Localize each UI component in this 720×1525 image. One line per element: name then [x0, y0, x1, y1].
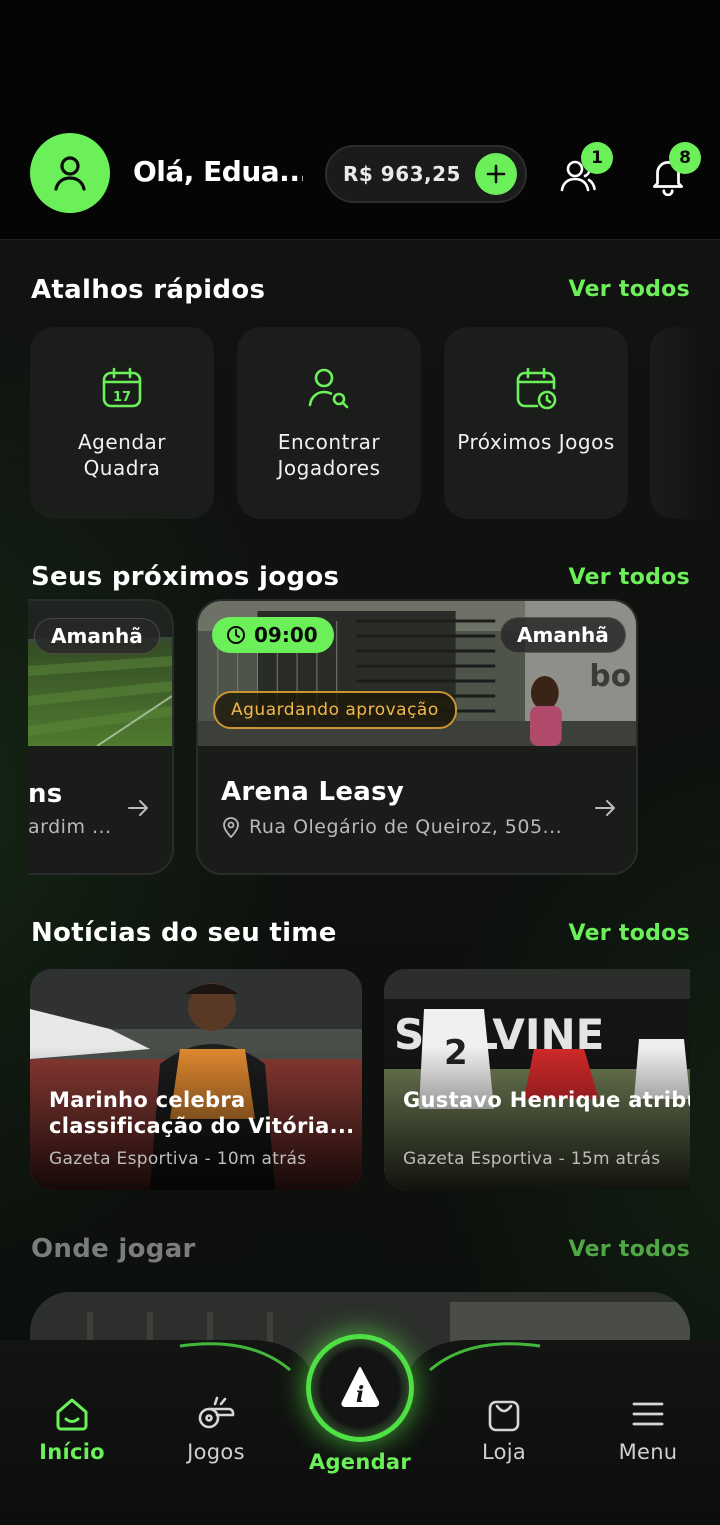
shortcut-encontrar-jogadores[interactable]: Encontrar Jogadores: [237, 327, 421, 519]
svg-text:bo: bo: [589, 659, 631, 694]
wallet-amount: R$ 963,25: [343, 162, 461, 186]
shortcut-label: Agendar Quadra: [77, 430, 167, 480]
shortcut-label: Próximos Jogos: [457, 430, 615, 454]
whistle-icon: [198, 1396, 235, 1429]
location-pin-icon: [223, 817, 239, 838]
game-when-badge: Amanhã: [34, 618, 160, 654]
nav-label: Início: [39, 1440, 105, 1464]
nav-menu[interactable]: Menu: [606, 1394, 690, 1464]
friends-badge: 1: [581, 142, 613, 174]
plus-icon: [486, 164, 506, 184]
where-title: Onde jogar: [31, 1234, 196, 1264]
arrow-right-icon: [128, 800, 148, 816]
game-time-badge: 09:00: [212, 617, 334, 653]
nav-inicio[interactable]: Início: [30, 1394, 114, 1464]
game-card-partial[interactable]: Amanhã ns ardim ...: [28, 599, 174, 875]
news-card[interactable]: S ALVINE 2 Gustavo Henrique atribui qued…: [384, 969, 690, 1190]
games-see-all-link[interactable]: Ver todos: [568, 565, 690, 590]
svg-text:i: i: [356, 1382, 364, 1408]
top-header: Olá, Edua... R$ 963,25 1 8: [0, 0, 720, 240]
shortcuts-see-all-link[interactable]: Ver todos: [568, 277, 690, 302]
svg-text:17: 17: [113, 390, 131, 405]
status-badge: Aguardando aprovação: [213, 691, 457, 729]
game-name: ns: [28, 779, 63, 809]
game-address: ardim ...: [28, 816, 112, 838]
game-time: 09:00: [254, 623, 318, 647]
news-meta: Gazeta Esportiva - 15m atrás: [403, 1149, 661, 1169]
logo-icon: i: [341, 1367, 380, 1408]
shortcut-proximos-jogos[interactable]: Próximos Jogos: [444, 327, 628, 519]
add-funds-button[interactable]: [475, 153, 517, 195]
game-address-row: Rua Olegário de Queiroz, 505...: [221, 816, 562, 838]
clock-icon: [227, 626, 245, 644]
nav-loja[interactable]: Loja: [466, 1394, 542, 1464]
shortcut-agendar-quadra[interactable]: 17 Agendar Quadra: [30, 327, 214, 519]
user-search-icon: [308, 368, 349, 409]
nav-label: Agendar: [308, 1450, 412, 1474]
shortcuts-title: Atalhos rápidos: [31, 275, 266, 305]
nav-label: Loja: [481, 1440, 527, 1464]
shortcut-partial[interactable]: [650, 327, 710, 519]
game-address: Rua Olegário de Queiroz, 505...: [249, 816, 563, 838]
where-see-all-link[interactable]: Ver todos: [568, 1237, 690, 1262]
news-headline: Marinho celebra classificação do Vitória…: [49, 1088, 355, 1138]
nav-agendar[interactable]: Agendar: [300, 1444, 420, 1474]
nav-label: Jogos: [187, 1440, 245, 1464]
games-title: Seus próximos jogos: [31, 562, 340, 592]
game-when-badge: Amanhã: [500, 617, 626, 653]
nav-agendar-button[interactable]: i: [306, 1334, 414, 1442]
wallet-balance[interactable]: R$ 963,25: [325, 145, 527, 203]
home-icon: [56, 1398, 88, 1431]
shortcut-label: Encontrar Jogadores: [277, 430, 381, 480]
nav-jogos[interactable]: Jogos: [172, 1394, 260, 1464]
calendar-17-icon: 17: [102, 367, 142, 408]
news-see-all-link[interactable]: Ver todos: [568, 921, 690, 946]
news-meta: Gazeta Esportiva - 10m atrás: [49, 1149, 307, 1169]
greeting-text: Olá, Edua...: [133, 155, 303, 188]
nav-label: Menu: [618, 1440, 678, 1464]
calendar-clock-icon: [516, 367, 557, 410]
game-name: Arena Leasy: [221, 777, 405, 807]
shopping-bag-icon: [488, 1400, 520, 1432]
news-headline: Gustavo Henrique atribui queda do Corint…: [403, 1088, 690, 1112]
hamburger-menu-icon: [632, 1402, 664, 1426]
game-card-arena-leasy[interactable]: bo 09:00 Amanhã Aguardando aprovação Are…: [196, 599, 638, 875]
news-title: Notícias do seu time: [31, 918, 337, 948]
avatar[interactable]: [30, 133, 110, 213]
news-card[interactable]: Marinho celebra classificação do Vitória…: [30, 969, 362, 1190]
notifications-badge: 8: [669, 142, 701, 174]
user-icon: [54, 156, 86, 191]
arrow-right-icon: [595, 800, 615, 816]
